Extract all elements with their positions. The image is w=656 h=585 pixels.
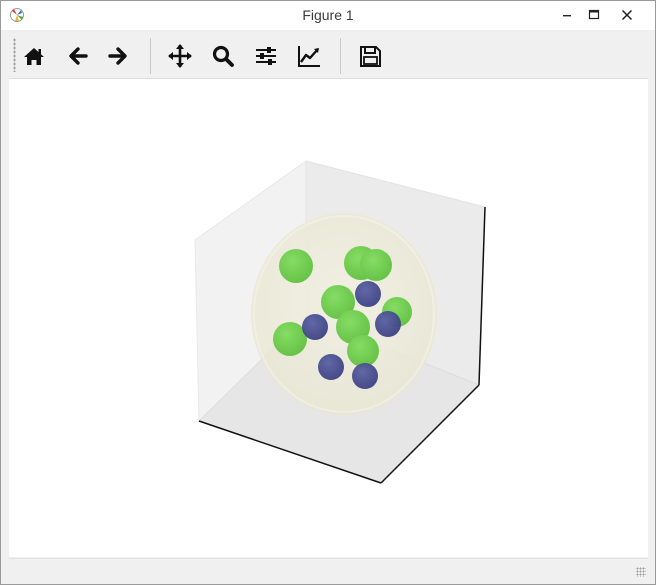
move-icon: [168, 44, 192, 68]
axes-3d[interactable]: [9, 79, 648, 557]
arrow-right-icon: [108, 47, 127, 65]
close-icon: [621, 9, 633, 21]
home-button[interactable]: [18, 40, 50, 72]
blue-sphere: [355, 281, 381, 307]
configure-subplots-button[interactable]: [250, 40, 282, 72]
blue-sphere: [318, 354, 344, 380]
home-icon: [24, 48, 44, 65]
minimize-icon: [563, 15, 571, 17]
maximize-button[interactable]: [580, 1, 608, 30]
floppy-disk-icon: [360, 46, 381, 67]
forward-button[interactable]: [103, 40, 135, 72]
toolbar-separator: [340, 38, 341, 74]
blue-sphere: [352, 363, 378, 389]
sliders-icon: [256, 47, 276, 65]
maximize-icon: [588, 9, 600, 20]
magnifier-icon: [212, 45, 234, 67]
minimize-button[interactable]: [553, 1, 581, 30]
toolbar-grip[interactable]: [13, 38, 16, 72]
blue-sphere: [375, 311, 401, 337]
toolbar-separator: [150, 38, 151, 74]
title-bar[interactable]: Figure 1: [1, 1, 655, 30]
edit-axes-button[interactable]: [293, 40, 325, 72]
back-button[interactable]: [61, 40, 93, 72]
figure-canvas[interactable]: [9, 79, 648, 557]
resize-grip[interactable]: [636, 567, 646, 577]
green-sphere: [273, 322, 307, 356]
green-sphere: [360, 249, 392, 281]
line-chart-icon: [298, 46, 320, 67]
blue-sphere: [302, 314, 328, 340]
green-sphere: [347, 335, 379, 367]
green-sphere: [279, 249, 313, 283]
navigation-toolbar: [9, 32, 648, 79]
arrow-left-icon: [69, 47, 88, 65]
save-button[interactable]: [354, 40, 386, 72]
figure-window: Figure 1: [0, 0, 656, 585]
status-bar: [9, 558, 648, 579]
pan-button[interactable]: [164, 40, 196, 72]
zoom-button[interactable]: [207, 40, 239, 72]
close-button[interactable]: [613, 1, 641, 30]
